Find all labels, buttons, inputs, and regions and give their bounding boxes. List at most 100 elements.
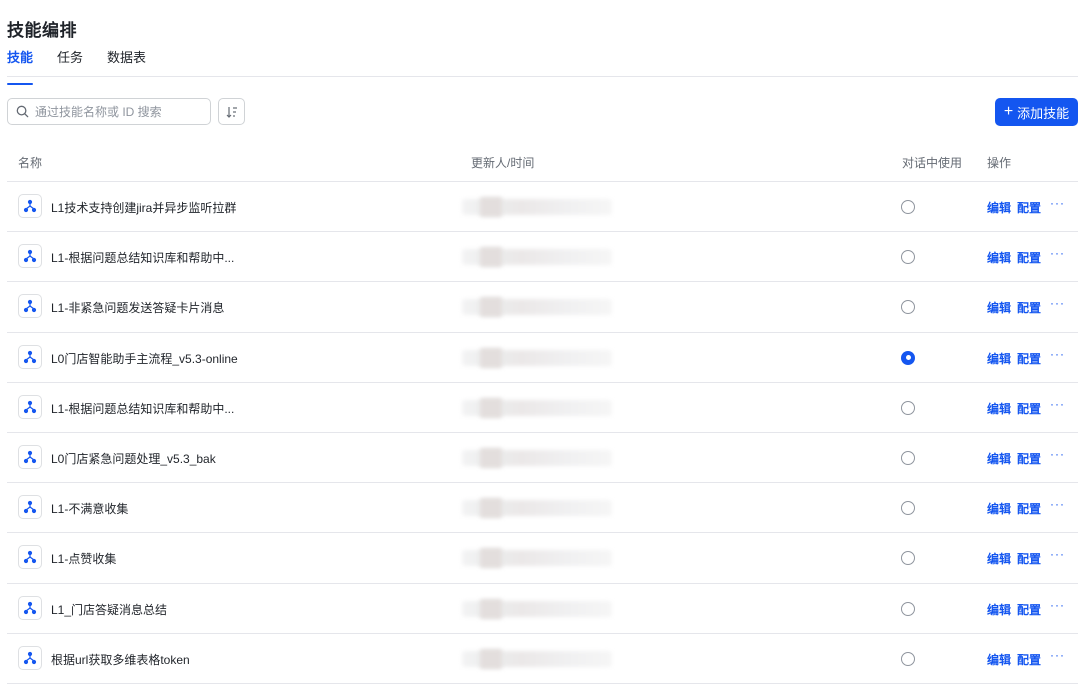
updater-info-redacted: [462, 597, 622, 619]
more-icon[interactable]: ···: [1050, 196, 1065, 210]
skill-name[interactable]: 根据url获取多维表格token: [51, 651, 190, 668]
workflow-icon: [18, 294, 42, 319]
use-in-dialog-radio[interactable]: [901, 350, 915, 365]
workflow-icon: [18, 194, 42, 218]
column-header-in-use: 对话中使用: [902, 156, 963, 170]
config-button[interactable]: 配置: [1017, 550, 1041, 567]
more-icon[interactable]: ···: [1050, 547, 1065, 561]
more-icon[interactable]: ···: [1050, 347, 1065, 361]
skill-name[interactable]: L1_门店答疑消息总结: [51, 601, 167, 618]
tab-bar: 技能 任务 数据表: [7, 49, 170, 85]
workflow-icon: [18, 595, 42, 620]
table-row: L0门店智能助手主流程_v5.3-online 编辑 配置 ···: [7, 333, 1078, 383]
use-in-dialog-radio[interactable]: [901, 450, 915, 465]
table-row: 根据url获取多维表格token 编辑 配置 ···: [7, 634, 1078, 684]
workflow-icon: [18, 645, 42, 670]
use-in-dialog-radio[interactable]: [901, 551, 915, 566]
sort-icon: [226, 106, 237, 118]
workflow-icon: [18, 394, 42, 419]
more-icon[interactable]: ···: [1050, 598, 1065, 612]
updater-info-redacted: [462, 546, 622, 569]
config-button[interactable]: 配置: [1017, 601, 1041, 618]
edit-button[interactable]: 编辑: [987, 500, 1011, 517]
table-row: L1-不满意收集 编辑 配置 ···: [7, 483, 1078, 534]
more-icon[interactable]: ···: [1050, 447, 1065, 461]
updater-info-redacted: [462, 295, 622, 318]
tab-skills[interactable]: 技能: [7, 49, 34, 85]
use-in-dialog-radio[interactable]: [901, 400, 915, 415]
use-in-dialog-radio[interactable]: [901, 200, 915, 214]
workflow-icon: [18, 444, 42, 469]
updater-info-redacted: [462, 195, 622, 217]
edit-button[interactable]: 编辑: [987, 450, 1011, 467]
skill-name[interactable]: L1-根据问题总结知识库和帮助中...: [51, 400, 234, 417]
config-button[interactable]: 配置: [1017, 651, 1041, 668]
more-icon[interactable]: ···: [1050, 246, 1065, 260]
use-in-dialog-radio[interactable]: [901, 651, 915, 666]
tab-datatable[interactable]: 数据表: [107, 49, 146, 77]
more-icon[interactable]: ···: [1050, 648, 1065, 662]
workflow-icon: [18, 344, 42, 369]
page-title: 技能编排: [7, 21, 77, 40]
use-in-dialog-radio[interactable]: [901, 501, 915, 516]
workflow-icon: [18, 545, 42, 570]
skill-name[interactable]: L1-不满意收集: [51, 500, 128, 517]
more-icon[interactable]: ···: [1050, 497, 1065, 511]
edit-button[interactable]: 编辑: [987, 249, 1011, 266]
skill-table-body: L1技术支持创建jira并异步监听拉群 编辑 配置 ··· L1-根据问题总结知…: [7, 182, 1078, 684]
updater-info-redacted: [462, 396, 622, 418]
edit-button[interactable]: 编辑: [987, 299, 1011, 316]
table-row: L0门店紧急问题处理_v5.3_bak 编辑 配置 ···: [7, 433, 1078, 484]
skill-name[interactable]: L1-非紧急问题发送答疑卡片消息: [51, 299, 224, 316]
table-row: L1-点赞收集 编辑 配置 ···: [7, 533, 1078, 584]
config-button[interactable]: 配置: [1017, 299, 1041, 316]
search-box[interactable]: [7, 98, 211, 125]
search-input[interactable]: [35, 104, 205, 119]
edit-button[interactable]: 编辑: [987, 199, 1011, 216]
table-header: 名称 更新人/时间 对话中使用 操作: [7, 146, 1078, 182]
add-skill-button[interactable]: + 添加技能: [995, 98, 1078, 126]
use-in-dialog-radio[interactable]: [901, 300, 915, 315]
config-button[interactable]: 配置: [1017, 500, 1041, 517]
workflow-icon: [18, 495, 42, 520]
more-icon[interactable]: ···: [1050, 296, 1065, 310]
sort-button[interactable]: [218, 98, 245, 125]
skill-name[interactable]: L1-根据问题总结知识库和帮助中...: [51, 249, 234, 266]
use-in-dialog-radio[interactable]: [901, 601, 915, 616]
table-row: L1-根据问题总结知识库和帮助中... 编辑 配置 ···: [7, 232, 1078, 283]
search-icon: [16, 105, 29, 118]
table-row: L1-根据问题总结知识库和帮助中... 编辑 配置 ···: [7, 383, 1078, 433]
table-row: L1-非紧急问题发送答疑卡片消息 编辑 配置 ···: [7, 282, 1078, 333]
skill-name[interactable]: L0门店紧急问题处理_v5.3_bak: [51, 450, 216, 467]
edit-button[interactable]: 编辑: [987, 550, 1011, 567]
column-header-actions: 操作: [987, 156, 1012, 170]
updater-info-redacted: [462, 446, 622, 468]
table-row: L1技术支持创建jira并异步监听拉群 编辑 配置 ···: [7, 182, 1078, 233]
edit-button[interactable]: 编辑: [987, 651, 1011, 668]
tab-tasks[interactable]: 任务: [57, 49, 83, 77]
config-button[interactable]: 配置: [1017, 249, 1041, 266]
table-row: L1_门店答疑消息总结 编辑 配置 ···: [7, 584, 1078, 634]
updater-info-redacted: [462, 245, 622, 268]
updater-info-redacted: [462, 346, 622, 368]
tabs-divider: [7, 76, 1078, 77]
edit-button[interactable]: 编辑: [987, 400, 1011, 417]
updater-info-redacted: [462, 496, 622, 519]
column-header-name: 名称: [18, 156, 43, 170]
skill-name[interactable]: L0门店智能助手主流程_v5.3-online: [51, 350, 238, 367]
add-skill-label: 添加技能: [1017, 105, 1070, 121]
column-header-updater: 更新人/时间: [471, 156, 535, 170]
edit-button[interactable]: 编辑: [987, 601, 1011, 618]
updater-info-redacted: [462, 647, 622, 669]
more-icon[interactable]: ···: [1050, 397, 1065, 411]
use-in-dialog-radio[interactable]: [901, 250, 915, 265]
config-button[interactable]: 配置: [1017, 199, 1041, 216]
skill-name[interactable]: L1技术支持创建jira并异步监听拉群: [51, 199, 236, 216]
workflow-icon: [18, 244, 42, 269]
edit-button[interactable]: 编辑: [987, 350, 1011, 367]
config-button[interactable]: 配置: [1017, 350, 1041, 367]
skill-name[interactable]: L1-点赞收集: [51, 550, 116, 567]
config-button[interactable]: 配置: [1017, 400, 1041, 417]
config-button[interactable]: 配置: [1017, 450, 1041, 467]
plus-icon: +: [1003, 103, 1014, 120]
